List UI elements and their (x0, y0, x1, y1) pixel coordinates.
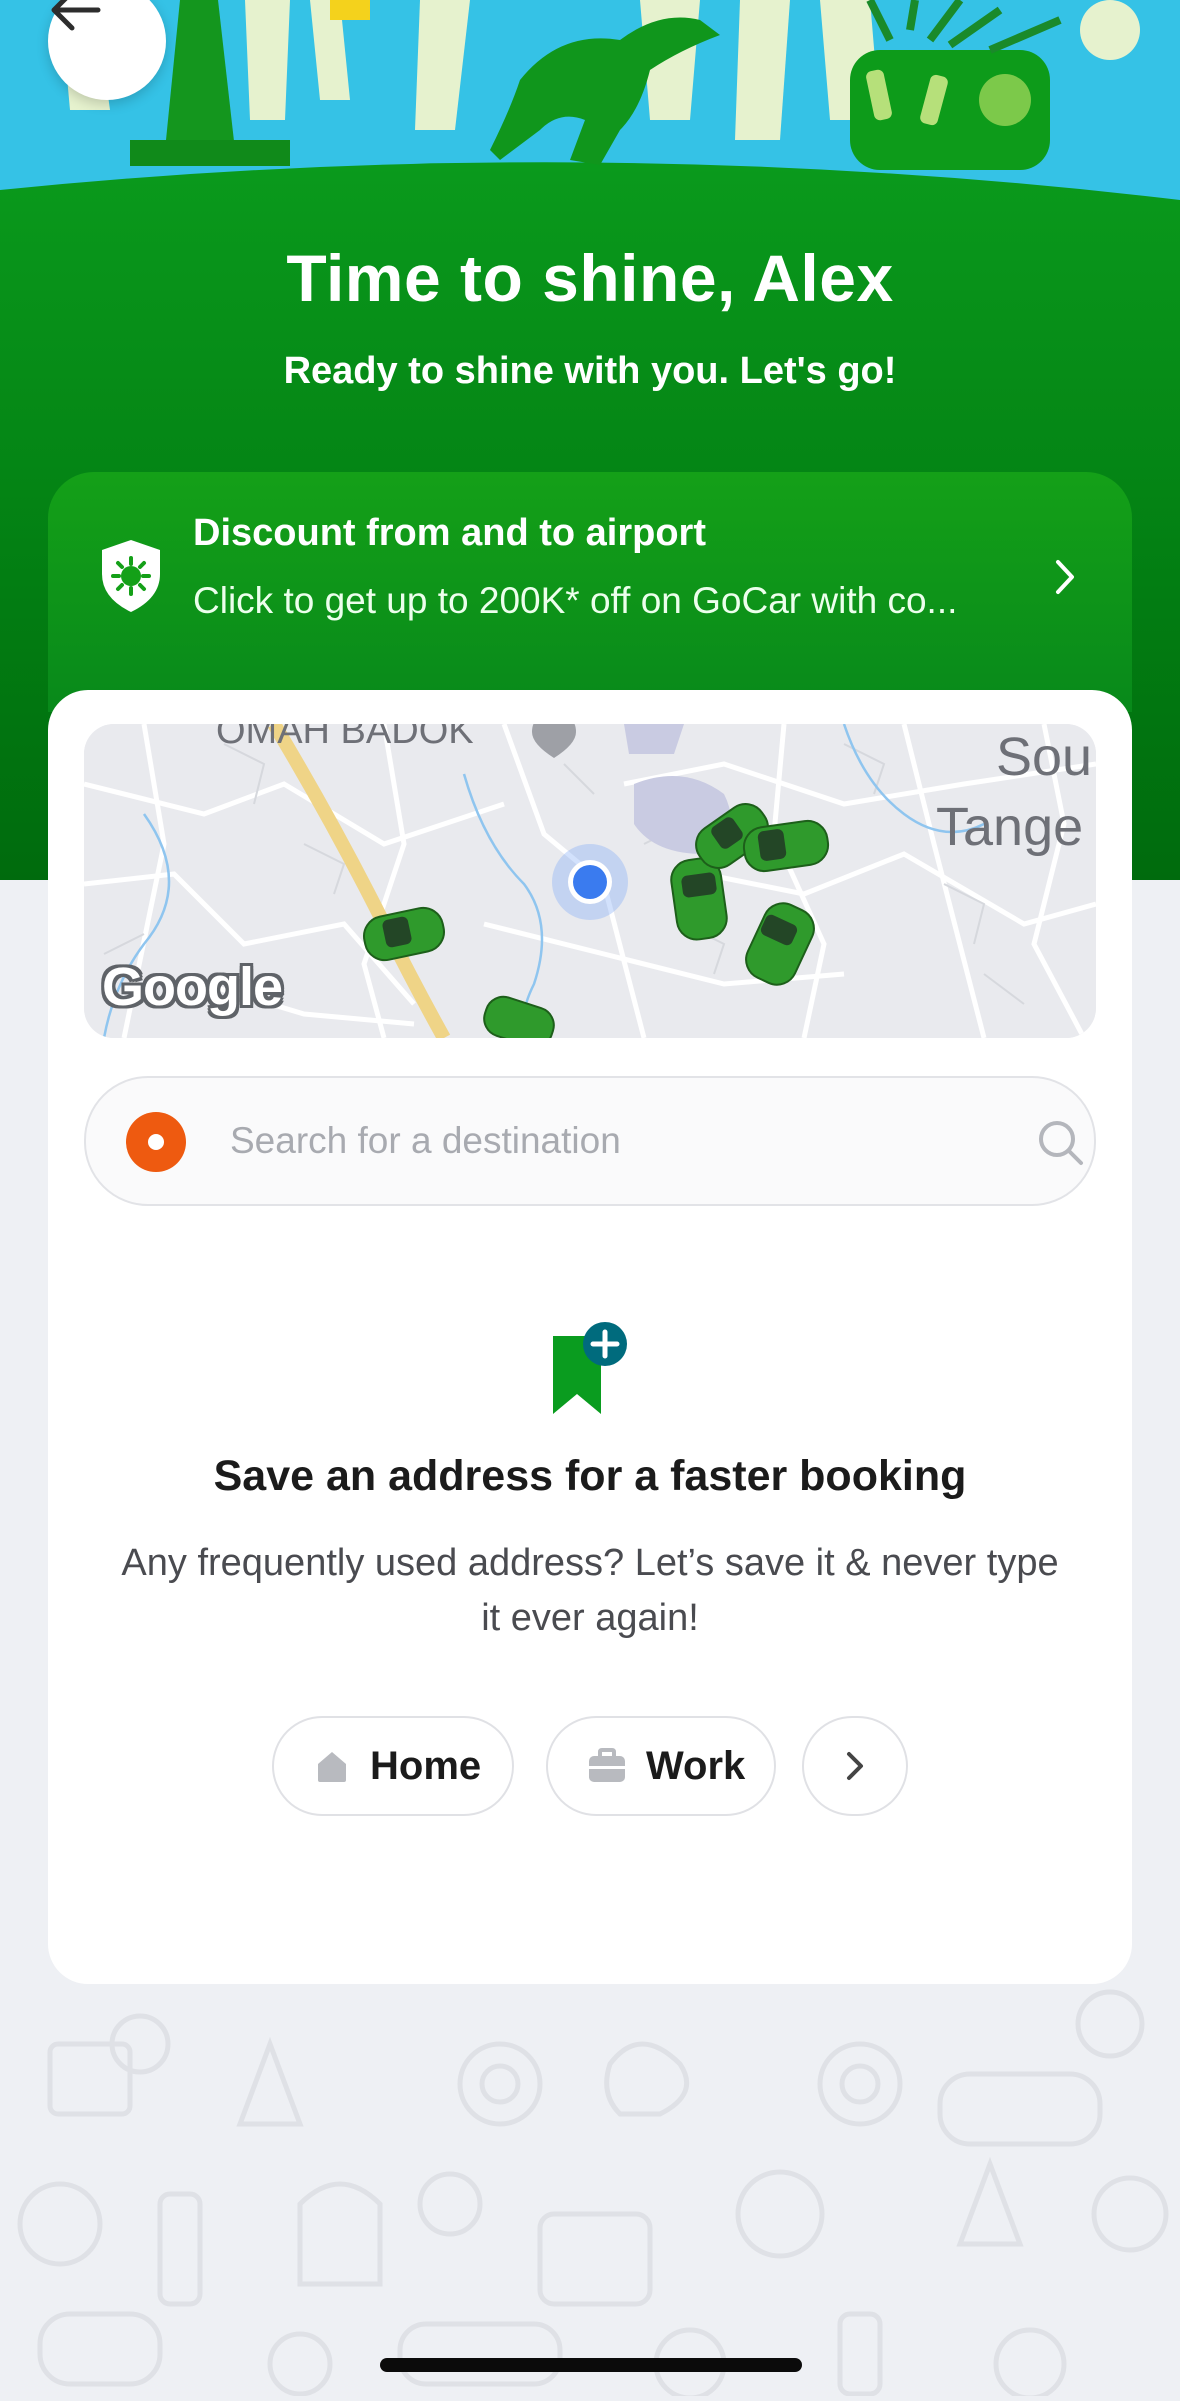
transport-pattern-decoration (17, 1989, 1169, 2401)
background-pattern (0, 1984, 1180, 2401)
map-label-omah-badok: OMAH BADOK (216, 724, 474, 752)
hero-subtitle: Ready to shine with you. Let's go! (283, 350, 897, 392)
chevron-right-icon (1056, 560, 1074, 594)
map-label-tangerang: Tange (936, 797, 1084, 857)
briefcase-icon (586, 1746, 628, 1786)
promo-title: Discount from and to airport (193, 512, 706, 554)
home-label: Home (370, 1743, 482, 1788)
save-address-title: Save an address for a faster booking (213, 1452, 967, 1500)
airport-discount-banner[interactable]: Discount from and to airport Click to ge… (48, 472, 1132, 712)
more-addresses-button[interactable] (802, 1716, 908, 1816)
home-indicator (380, 2358, 802, 2372)
chevron-right-icon (847, 1752, 863, 1780)
search-icon[interactable] (1036, 1118, 1086, 1168)
destination-search-bar[interactable] (84, 1076, 1096, 1206)
location-dot-icon (126, 1112, 186, 1172)
save-address-description: Any frequently used address? Let’s save … (121, 1542, 1059, 1639)
house-icon (312, 1746, 352, 1786)
google-attribution: Google (102, 957, 283, 1017)
shield-virus-icon (102, 540, 160, 612)
bookmark-plus-icon (553, 1322, 627, 1414)
map-label-south: Sou (996, 727, 1093, 787)
work-address-button[interactable]: Work (546, 1716, 776, 1816)
hero-title: Time to shine, Alex (286, 241, 894, 315)
back-arrow-icon (51, 0, 101, 31)
booking-card: OMAH BADOK Sou Tange Google Save an addr… (48, 690, 1132, 1984)
destination-search-input[interactable] (228, 1108, 932, 1174)
work-label: Work (646, 1743, 746, 1788)
map-preview[interactable]: OMAH BADOK Sou Tange Google (84, 724, 1096, 1038)
promo-description: Click to get up to 200K* off on GoCar wi… (193, 580, 958, 621)
home-address-button[interactable]: Home (272, 1716, 514, 1816)
